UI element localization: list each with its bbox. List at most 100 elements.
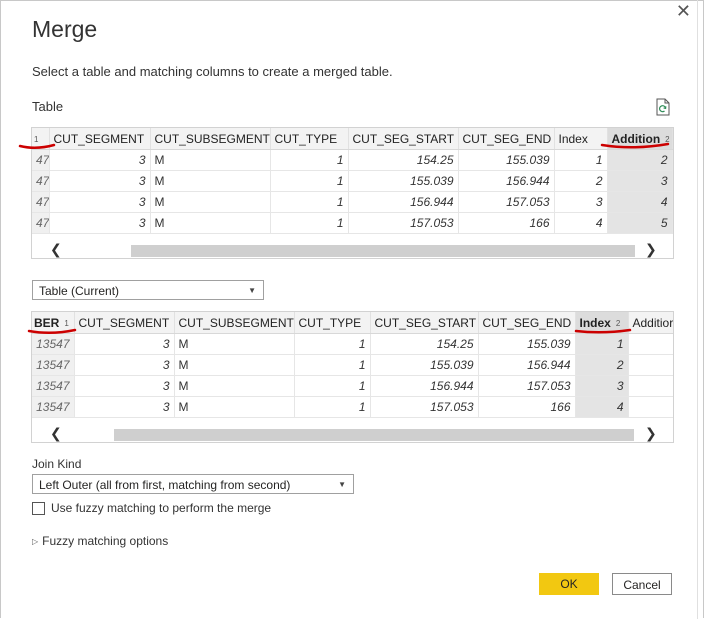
top-col-header[interactable]: CUT_SEG_START: [348, 128, 459, 150]
top-col-header[interactable]: CUT_SEGMENT: [49, 128, 151, 150]
refresh-file-icon[interactable]: [655, 98, 671, 116]
table-cell: 3: [575, 375, 629, 397]
bottom-col-header-selected[interactable]: Index 2: [575, 312, 629, 334]
scroll-left-icon[interactable]: ❮: [50, 425, 62, 442]
table-cell: 1: [270, 170, 349, 192]
scrollbar-thumb[interactable]: [131, 245, 635, 257]
table-cell: 156.944: [370, 375, 479, 397]
bottom-table-preview[interactable]: BER 1 CUT_SEGMENT CUT_SUBSEGMENT CUT_TYPE…: [31, 311, 674, 443]
bottom-col-header[interactable]: CUT_TYPE: [294, 312, 371, 334]
scrollbar-thumb[interactable]: [114, 429, 634, 441]
table-cell: 3: [49, 212, 151, 234]
fuzzy-options-toggle[interactable]: ▷ Fuzzy matching options: [32, 534, 168, 548]
bottom-col-header[interactable]: CUT_SEGMENT: [74, 312, 175, 334]
top-horizontal-scrollbar[interactable]: ❮ ❯: [32, 241, 673, 258]
col-label: BER: [34, 315, 60, 330]
table-cell: 4: [554, 212, 608, 234]
bottom-col-header[interactable]: CUT_SUBSEGMENT: [174, 312, 295, 334]
table-cell: 155.039: [458, 149, 555, 171]
join-kind-value: Left Outer (all from first, matching fro…: [39, 478, 291, 492]
fuzzy-matching-option[interactable]: Use fuzzy matching to perform the merge: [32, 501, 271, 515]
bottom-col-header[interactable]: BER 1: [32, 312, 75, 334]
merge-dialog: ✕ Merge Select a table and matching colu…: [0, 0, 704, 618]
fuzzy-matching-checkbox[interactable]: [32, 501, 45, 515]
table-cell: 47: [32, 212, 50, 234]
table-row: 47 3 M 1 157.053 166 4 5: [32, 212, 673, 234]
table-cell: 47: [32, 191, 50, 213]
table-cell: [628, 354, 673, 376]
table-cell: 156.944: [478, 354, 576, 376]
bottom-table: BER 1 CUT_SEGMENT CUT_SUBSEGMENT CUT_TYPE…: [32, 312, 673, 418]
table-cell: M: [174, 396, 295, 418]
table-cell: 1: [575, 333, 629, 355]
selected-col-label: Index: [579, 315, 611, 330]
fuzzy-matching-label: Use fuzzy matching to perform the merge: [51, 501, 272, 515]
table-section-label: Table: [32, 99, 64, 114]
table-cell: 166: [478, 396, 576, 418]
scroll-left-icon[interactable]: ❮: [50, 241, 62, 258]
table-cell: 157.053: [348, 212, 459, 234]
table-cell: 13547: [32, 375, 75, 397]
scroll-right-icon[interactable]: ❯: [645, 241, 657, 258]
table-cell: M: [174, 354, 295, 376]
expand-triangle-icon: ▷: [32, 537, 39, 546]
table-cell: 156.944: [348, 191, 459, 213]
top-col-header[interactable]: CUT_SEG_END: [458, 128, 555, 150]
table-cell: 47: [32, 170, 50, 192]
table-cell: 156.944: [458, 170, 555, 192]
top-col-header[interactable]: CUT_SUBSEGMENT: [150, 128, 271, 150]
bottom-col-header[interactable]: Additior: [628, 312, 673, 334]
table-cell: [628, 375, 673, 397]
table-cell: 4: [607, 191, 673, 213]
table-cell: 13547: [32, 396, 75, 418]
table-cell: 157.053: [370, 396, 479, 418]
ok-button[interactable]: OK: [539, 573, 599, 595]
table-cell: 3: [74, 354, 175, 376]
bottom-table-header-row: BER 1 CUT_SEGMENT CUT_SUBSEGMENT CUT_TYPE…: [32, 312, 673, 334]
chevron-down-icon: ▼: [338, 480, 346, 489]
table-cell: 3: [74, 396, 175, 418]
table-cell: 155.039: [478, 333, 576, 355]
table-cell: [628, 333, 673, 355]
table-cell: 1: [270, 191, 349, 213]
table-select-value: Table (Current): [39, 284, 120, 298]
top-table-preview[interactable]: 1 CUT_SEGMENT CUT_SUBSEGMENT CUT_TYPE CU…: [31, 127, 674, 259]
top-col-header-selected[interactable]: Addition 2: [607, 128, 673, 150]
table-cell: 154.25: [348, 149, 459, 171]
top-col-header[interactable]: Index: [554, 128, 608, 150]
table-cell: 13547: [32, 354, 75, 376]
bottom-col-header[interactable]: CUT_SEG_END: [478, 312, 576, 334]
table-cell: M: [150, 212, 271, 234]
table-cell: 3: [49, 149, 151, 171]
table-select[interactable]: Table (Current) ▼: [32, 280, 264, 300]
top-first-col-header[interactable]: 1: [32, 128, 50, 150]
close-icon[interactable]: ✕: [676, 2, 691, 20]
bottom-horizontal-scrollbar[interactable]: ❮ ❯: [32, 425, 673, 442]
table-cell: 1: [554, 149, 608, 171]
table-cell: M: [150, 149, 271, 171]
table-cell: 2: [607, 149, 673, 171]
table-cell: 155.039: [370, 354, 479, 376]
sort-order-badge: 2: [665, 134, 670, 144]
table-cell: 3: [49, 170, 151, 192]
scroll-right-icon[interactable]: ❯: [645, 425, 657, 442]
table-cell: 4: [575, 396, 629, 418]
bottom-col-header[interactable]: CUT_SEG_START: [370, 312, 479, 334]
table-cell: 1: [294, 396, 371, 418]
top-table-body: 47 3 M 1 154.25 155.039 1 2 47 3 M 1 155.039 156.944 2…: [32, 149, 673, 234]
join-kind-label: Join Kind: [32, 457, 82, 471]
table-cell: 13547: [32, 333, 75, 355]
table-cell: 1: [270, 212, 349, 234]
sort-order-badge: 1: [34, 134, 39, 144]
top-col-header[interactable]: CUT_TYPE: [270, 128, 349, 150]
cancel-button[interactable]: Cancel: [612, 573, 672, 595]
table-cell: 2: [575, 354, 629, 376]
sort-order-badge: 2: [615, 318, 621, 328]
top-table: 1 CUT_SEGMENT CUT_SUBSEGMENT CUT_TYPE CU…: [32, 128, 673, 234]
top-table-header-row: 1 CUT_SEGMENT CUT_SUBSEGMENT CUT_TYPE CU…: [32, 128, 673, 150]
table-cell: 1: [294, 354, 371, 376]
dialog-subtitle: Select a table and matching columns to c…: [32, 64, 393, 79]
table-row: 13547 3 M 1 156.944 157.053 3: [32, 375, 673, 397]
sort-order-badge: 1: [64, 318, 69, 328]
join-kind-select[interactable]: Left Outer (all from first, matching fro…: [32, 474, 354, 494]
